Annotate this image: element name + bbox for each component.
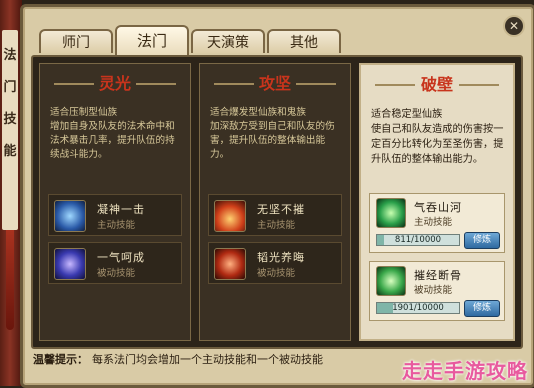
title-divider — [136, 83, 176, 85]
spirit-strike-icon — [54, 200, 86, 232]
swallow-mountains-icon — [376, 198, 406, 228]
one-breath-icon — [54, 248, 86, 280]
train-button[interactable]: 修炼 — [464, 232, 500, 249]
panel-title-text: 攻坚 — [258, 74, 291, 93]
training-progress: 811/10000 — [376, 234, 460, 246]
skill-type: 主动技能 — [97, 220, 136, 231]
skill-name: 无坚不摧 — [257, 203, 305, 216]
skill-name: 摧经断骨 — [414, 269, 462, 282]
panel-description: 适合稳定型仙族 使自己和队友造成的伤害按一定百分比转化为至圣伤害，提升队伍的整体… — [371, 109, 504, 165]
close-button[interactable]: ✕ — [503, 15, 525, 37]
skill-type: 被动技能 — [257, 268, 296, 279]
title-divider — [375, 84, 415, 86]
skill-name: 韬光养晦 — [257, 251, 305, 264]
tab-shimen[interactable]: 师门 — [39, 29, 113, 53]
panel-pobi: 破壁 适合稳定型仙族 使自己和队友造成的伤害按一定百分比转化为至圣伤害，提升队伍… — [359, 63, 515, 341]
skill-name: 凝神一击 — [97, 203, 145, 216]
panel-title-text: 破壁 — [420, 75, 453, 94]
tab-famen[interactable]: 法门 — [115, 25, 189, 55]
skill-slot[interactable]: 无坚不摧 主动技能 — [208, 194, 342, 236]
tip-text: 每系法门均会增加一个主动技能和一个被动技能 — [92, 353, 323, 366]
train-button[interactable]: 修炼 — [464, 300, 500, 317]
tab-other[interactable]: 其他 — [267, 29, 341, 53]
side-glyph: 能 — [3, 144, 17, 159]
panel-gongjian: 攻坚 适合爆发型仙族和鬼族 加深敌方受到自己和队友的伤害，提升队伍的整体输出能力… — [199, 63, 351, 341]
skill-type: 被动技能 — [97, 268, 136, 279]
skill-slot[interactable]: 气吞山河 主动技能 811/10000 修炼 — [369, 193, 505, 253]
title-divider — [214, 83, 254, 85]
side-scroll: 法 门 技 能 — [0, 0, 22, 386]
side-glyph: 门 — [3, 80, 17, 95]
panel-title-text: 灵光 — [98, 74, 131, 93]
side-glyph: 技 — [3, 112, 17, 127]
break-bones-icon — [376, 266, 406, 296]
training-progress: 1901/10000 — [376, 302, 460, 314]
skill-window: ✕ 师门 法门 天演策 其他 灵光 适合压制型仙族 增加自身及队友的法术命中和法… — [20, 4, 534, 388]
tip-bar: 温馨提示： 每系法门均会增加一个主动技能和一个被动技能 — [33, 351, 323, 367]
title-divider — [54, 83, 94, 85]
skill-name: 气吞山河 — [414, 201, 462, 214]
panel-description: 适合压制型仙族 增加自身及队友的法术命中和法术暴击几率，提升队伍的持续战斗能力。 — [50, 107, 175, 160]
tip-label: 温馨提示： — [33, 353, 88, 366]
unstoppable-icon — [214, 200, 246, 232]
title-divider — [459, 84, 499, 86]
watermark: 走走手游攻略 — [402, 359, 528, 383]
panel-title: 攻坚 — [200, 70, 350, 98]
side-scroll-glyphs: 法 门 技 能 — [3, 40, 17, 168]
tab-tianyance[interactable]: 天演策 — [191, 29, 265, 53]
title-divider — [296, 83, 336, 85]
skill-slot[interactable]: 摧经断骨 被动技能 1901/10000 修炼 — [369, 261, 505, 321]
panel-lingguang: 灵光 适合压制型仙族 增加自身及队友的法术命中和法术暴击几率，提升队伍的持续战斗… — [39, 63, 191, 341]
skill-slot[interactable]: 韬光养晦 被动技能 — [208, 242, 342, 284]
skill-type: 主动技能 — [414, 217, 453, 228]
progress-text: 811/10000 — [394, 235, 442, 245]
progress-text: 1901/10000 — [392, 303, 444, 313]
skill-type: 被动技能 — [414, 285, 453, 296]
skill-name: 一气呵成 — [97, 251, 145, 264]
panel-description: 适合爆发型仙族和鬼族 加深敌方受到自己和队友的伤害，提升队伍的整体输出能力。 — [210, 107, 335, 160]
skill-slot[interactable]: 凝神一击 主动技能 — [48, 194, 182, 236]
skill-slot[interactable]: 一气呵成 被动技能 — [48, 242, 182, 284]
tassel-decoration — [6, 230, 14, 330]
famen-content: 灵光 适合压制型仙族 增加自身及队友的法术命中和法术暴击几率，提升队伍的持续战斗… — [31, 55, 523, 349]
hidden-light-icon — [214, 248, 246, 280]
panel-title: 破壁 — [361, 71, 513, 99]
panel-title: 灵光 — [40, 70, 190, 98]
skill-type: 主动技能 — [257, 220, 296, 231]
side-glyph: 法 — [3, 48, 17, 63]
